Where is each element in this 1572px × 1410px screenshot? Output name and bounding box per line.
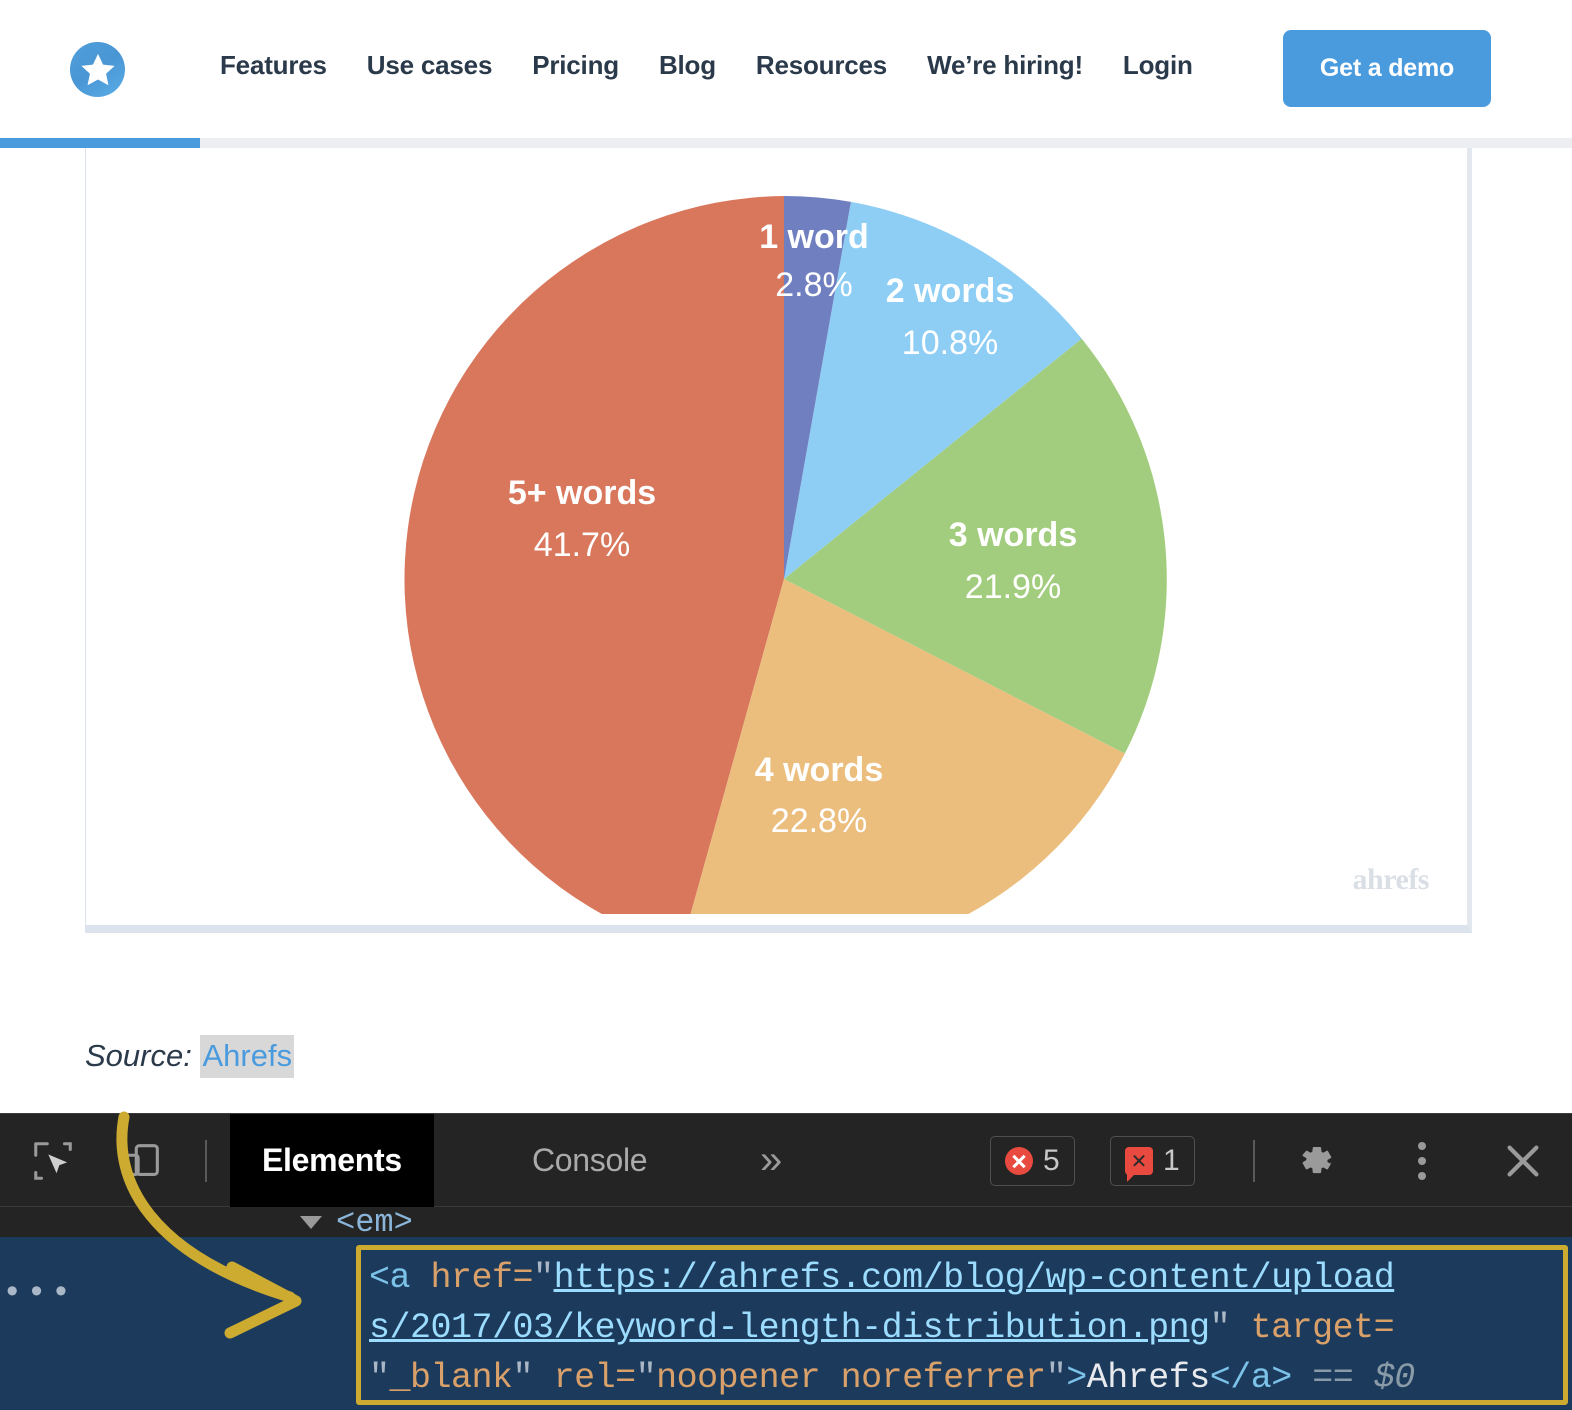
- tree-row-em[interactable]: <em>: [0, 1207, 1572, 1241]
- tab-elements[interactable]: Elements: [230, 1114, 434, 1207]
- error-count-badge[interactable]: 5: [990, 1136, 1075, 1186]
- tree-row-em-label: <em>: [336, 1207, 413, 1241]
- primary-navigation: Features Use cases Pricing Blog Resource…: [220, 0, 1193, 130]
- page-root: Features Use cases Pricing Blog Resource…: [0, 0, 1572, 1410]
- article-content: 5+ words 41.7% 4 words 22.8% 3 words 21.…: [0, 148, 1572, 1108]
- pie-label-3-words-name: 3 words: [949, 516, 1077, 554]
- tab-console[interactable]: Console: [500, 1114, 679, 1207]
- devtools-panel: Elements Console » 5 ✕ 1 <em> ••• <a hre…: [0, 1113, 1572, 1410]
- issue-count-badge[interactable]: ✕ 1: [1110, 1136, 1195, 1186]
- pie-label-3-words-value: 21.9%: [965, 568, 1061, 606]
- nav-item-pricing[interactable]: Pricing: [532, 42, 619, 89]
- tree-ellipsis[interactable]: •••: [2, 1277, 75, 1311]
- inspect-cursor-icon: [34, 1142, 72, 1180]
- toolbar-divider-right: [1253, 1140, 1255, 1182]
- issue-count-value: 1: [1163, 1144, 1180, 1177]
- code-attr-rel: rel=: [533, 1358, 637, 1398]
- chart-figure-frame: 5+ words 41.7% 4 words 22.8% 3 words 21.…: [85, 148, 1472, 933]
- settings-gear-icon[interactable]: [1290, 1136, 1340, 1186]
- nav-item-hiring[interactable]: We’re hiring!: [927, 42, 1083, 89]
- code-quote-5: ": [635, 1358, 657, 1398]
- tree-row-selected[interactable]: ••• <a href="https://ahrefs.com/blog/wp-…: [0, 1237, 1572, 1410]
- source-ahrefs-link[interactable]: Ahrefs: [200, 1035, 295, 1078]
- more-options-icon[interactable]: [1400, 1136, 1444, 1186]
- code-tag-open: <a: [369, 1258, 411, 1298]
- close-devtools-icon[interactable]: [1498, 1136, 1548, 1186]
- toolbar-divider-left: [205, 1140, 207, 1182]
- star-icon: [80, 53, 115, 85]
- nav-item-login[interactable]: Login: [1123, 42, 1193, 89]
- issue-bubble-icon: ✕: [1125, 1147, 1153, 1182]
- code-line-2: s/2017/03/keyword-length-distribution.pn…: [369, 1303, 1555, 1353]
- code-tag-close: </a>: [1209, 1358, 1293, 1398]
- kebab-dot-1: [1418, 1142, 1426, 1150]
- pie-label-5plus-words-name: 5+ words: [508, 474, 656, 512]
- site-logo[interactable]: [70, 42, 125, 97]
- pie-chart-svg: 5+ words 41.7% 4 words 22.8% 3 words 21.…: [404, 196, 1167, 914]
- source-prefix: Source:: [85, 1038, 192, 1073]
- error-count-value: 5: [1043, 1144, 1060, 1177]
- nav-item-use-cases[interactable]: Use cases: [367, 42, 493, 89]
- code-rel-value: noopener noreferrer: [656, 1358, 1046, 1398]
- pie-label-2-words-value: 10.8%: [902, 324, 998, 362]
- code-href-value-part2[interactable]: s/2017/03/keyword-length-distribution.pn…: [369, 1308, 1210, 1348]
- code-devtools-ref: == $0: [1312, 1358, 1415, 1398]
- device-toggle-icon: [124, 1144, 159, 1176]
- code-quote-3: ": [369, 1358, 390, 1398]
- code-attr-href: href=: [410, 1258, 534, 1298]
- pie-label-1-word-value: 2.8%: [775, 266, 853, 304]
- more-tabs-icon[interactable]: »: [740, 1114, 802, 1207]
- code-target-value: _blank: [389, 1358, 514, 1398]
- code-quote-4: ": [512, 1358, 534, 1398]
- pie-label-4-words-value: 22.8%: [771, 802, 867, 840]
- pie-label-4-words-name: 4 words: [755, 751, 883, 789]
- star-circle-logo-icon: [70, 42, 125, 97]
- code-inner-text: Ahrefs: [1086, 1358, 1211, 1398]
- nav-item-resources[interactable]: Resources: [756, 42, 887, 89]
- device-toolbar-icon[interactable]: [117, 1136, 167, 1186]
- get-a-demo-button[interactable]: Get a demo: [1283, 30, 1491, 107]
- source-caption: Source: Ahrefs: [85, 1035, 295, 1078]
- collapse-triangle-icon[interactable]: [300, 1215, 322, 1229]
- nav-item-blog[interactable]: Blog: [659, 42, 716, 89]
- highlighted-anchor-code[interactable]: <a href="https://ahrefs.com/blog/wp-cont…: [356, 1245, 1568, 1405]
- code-quote-2: ": [1209, 1308, 1231, 1348]
- code-href-value-part1[interactable]: https://ahrefs.com/blog/wp-content/uploa…: [554, 1258, 1395, 1298]
- code-line-1: <a href="https://ahrefs.com/blog/wp-cont…: [369, 1253, 1555, 1303]
- error-circle-icon: [1005, 1147, 1033, 1175]
- elements-tree: <em> ••• <a href="https://ahrefs.com/blo…: [0, 1207, 1572, 1410]
- reading-progress-track: [0, 138, 1572, 148]
- devtools-toolbar: Elements Console » 5 ✕ 1: [0, 1114, 1572, 1207]
- gear-icon: [1302, 1147, 1332, 1174]
- kebab-dot-3: [1418, 1172, 1426, 1180]
- kebab-dot-2: [1418, 1157, 1426, 1165]
- site-header: Features Use cases Pricing Blog Resource…: [0, 0, 1572, 130]
- code-gt: >: [1066, 1358, 1087, 1398]
- nav-item-features[interactable]: Features: [220, 42, 327, 89]
- close-x-icon: [1507, 1145, 1539, 1177]
- pie-label-1-word-name: 1 word: [759, 218, 869, 256]
- code-quote-1: ": [533, 1258, 554, 1298]
- pie-label-5plus-words-value: 41.7%: [534, 526, 630, 564]
- reading-progress-fill: [0, 138, 200, 148]
- pie-chart: 5+ words 41.7% 4 words 22.8% 3 words 21.…: [86, 148, 1467, 914]
- ahrefs-watermark: ahrefs: [1352, 863, 1430, 896]
- pie-label-2-words-name: 2 words: [886, 272, 1014, 310]
- code-attr-target: target=: [1230, 1308, 1395, 1348]
- code-line-3: "_blank" rel="noopener noreferrer">Ahref…: [369, 1353, 1555, 1403]
- code-quote-6: ": [1045, 1358, 1067, 1398]
- inspect-element-icon[interactable]: [28, 1136, 78, 1186]
